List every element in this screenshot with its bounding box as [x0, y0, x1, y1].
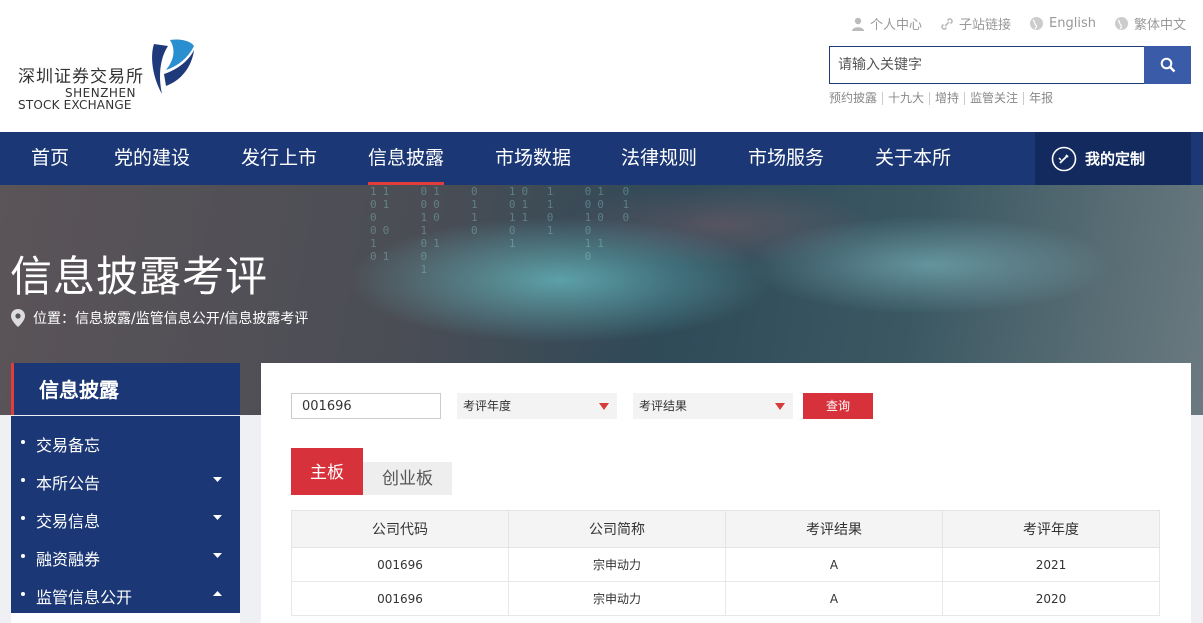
traditional-chinese-label: 繁体中文 — [1133, 18, 1186, 33]
company-name-cell: 宗申动力 — [508, 547, 726, 582]
year-cell: 2020 — [942, 581, 1160, 616]
search-input[interactable] — [829, 46, 1145, 84]
nav-about[interactable]: 关于本所 — [875, 132, 951, 185]
banner-decoration: 11 01 0 10 1 01 0 01 00 1 01 1 00 1 0 10… — [370, 185, 636, 276]
evaluation-year-value: 考评年度 — [463, 399, 512, 413]
table-row: 001696 宗申动力 A 2021 — [291, 547, 1160, 582]
site-search — [829, 46, 1191, 84]
chevron-down-icon — [213, 515, 222, 520]
evaluation-result-value: 考评结果 — [639, 399, 688, 413]
column-header: 考评结果 — [725, 510, 943, 548]
sidebar-submenu-area — [11, 613, 240, 623]
query-button[interactable]: 查询 — [803, 393, 873, 419]
breadcrumb: 位置：信息披露/监管信息公开/信息披露考评 — [11, 308, 308, 328]
logo-emblem-icon — [152, 39, 194, 94]
sidebar-item-trading-memo[interactable]: 交易备忘 — [11, 423, 240, 461]
bullet-icon — [21, 440, 25, 444]
search-icon — [1160, 57, 1175, 73]
customize-icon — [1051, 146, 1077, 171]
sidebar-item-announcements[interactable]: 本所公告 — [11, 461, 240, 499]
site-header: 深圳证券交易所 SHENZHEN STOCK EXCHANGE 个人中心 子站链… — [0, 0, 1203, 132]
location-pin-icon — [11, 309, 25, 327]
hot-word[interactable]: 监管关注 — [964, 92, 1023, 105]
sidebar-item-label: 融资融券 — [36, 550, 101, 569]
person-icon — [852, 17, 864, 31]
nav-listing[interactable]: 发行上市 — [241, 132, 317, 185]
tab-chinext[interactable]: 创业板 — [363, 462, 452, 495]
sidebar-menu: 交易备忘 本所公告 交易信息 融资融券 监管信息公开 — [11, 416, 240, 613]
sidebar-item-label: 监管信息公开 — [36, 588, 133, 607]
chevron-down-icon — [213, 477, 222, 482]
english-link[interactable]: English — [1029, 14, 1096, 33]
page-title: 信息披露考评 — [10, 252, 269, 301]
company-code-input[interactable] — [291, 393, 441, 419]
globe-icon — [1030, 17, 1044, 30]
my-customization-button[interactable]: 我的定制 — [1035, 132, 1191, 185]
chevron-up-icon — [213, 591, 222, 596]
table-header-row: 公司代码 公司简称 考评结果 考评年度 — [291, 510, 1160, 548]
main-nav: 首页 党的建设 发行上市 信息披露 市场数据 法律规则 市场服务 关于本所 我的… — [0, 132, 1203, 185]
sidebar: 信息披露 交易备忘 本所公告 交易信息 融资融券 监管信息公开 — [11, 363, 240, 623]
evaluation-year-select[interactable]: 考评年度 — [457, 393, 617, 419]
my-customization-label: 我的定制 — [1085, 150, 1146, 168]
search-button[interactable] — [1144, 46, 1191, 84]
table-row: 001696 宗申动力 A 2020 — [291, 581, 1160, 616]
hot-word[interactable]: 十九大 — [882, 92, 929, 105]
hot-words: 预约披露 十九大 增持 监管关注 年报 — [829, 92, 1058, 105]
evaluation-result-select[interactable]: 考评结果 — [633, 393, 793, 419]
chevron-down-icon — [213, 553, 222, 558]
nav-market-data[interactable]: 市场数据 — [495, 132, 571, 185]
year-cell: 2021 — [942, 547, 1160, 582]
substation-label: 子站链接 — [959, 18, 1012, 33]
sidebar-item-label: 本所公告 — [36, 474, 101, 493]
top-links: 个人中心 子站链接 English 繁体中文 — [851, 14, 1186, 33]
traditional-chinese-link[interactable]: 繁体中文 — [1114, 14, 1186, 33]
column-header: 公司代码 — [291, 510, 509, 548]
szse-logo[interactable]: 深圳证券交易所 SHENZHEN STOCK EXCHANGE — [18, 36, 198, 116]
hot-word[interactable]: 年报 — [1023, 92, 1058, 105]
nav-rules[interactable]: 法律规则 — [621, 132, 697, 185]
bullet-icon — [21, 478, 25, 482]
column-header: 公司简称 — [508, 510, 726, 548]
dropdown-arrow-icon — [775, 403, 785, 410]
logo-chinese-name: 深圳证券交易所 — [18, 67, 144, 87]
personal-center-link[interactable]: 个人中心 — [851, 14, 922, 33]
personal-center-label: 个人中心 — [870, 18, 923, 33]
result-cell: A — [725, 547, 943, 582]
sidebar-item-label: 交易信息 — [36, 512, 101, 531]
sidebar-item-label: 交易备忘 — [36, 436, 101, 455]
tab-main-board[interactable]: 主板 — [291, 448, 363, 495]
nav-market-services[interactable]: 市场服务 — [748, 132, 824, 185]
link-icon — [941, 17, 953, 30]
nav-disclosure[interactable]: 信息披露 — [368, 132, 445, 185]
result-cell: A — [725, 581, 943, 616]
logo-english-line2: STOCK EXCHANGE — [18, 98, 132, 112]
column-header: 考评年度 — [942, 510, 1160, 548]
company-code-cell: 001696 — [291, 547, 509, 582]
nav-home[interactable]: 首页 — [31, 132, 69, 185]
substation-link[interactable]: 子站链接 — [940, 14, 1011, 33]
bullet-icon — [21, 516, 25, 520]
nav-party-building[interactable]: 党的建设 — [114, 132, 190, 185]
breadcrumb-text: 位置：信息披露/监管信息公开/信息披露考评 — [33, 311, 309, 327]
hot-word[interactable]: 预约披露 — [829, 92, 882, 105]
company-name-cell: 宗申动力 — [508, 581, 726, 616]
main-content: 考评年度 考评结果 查询 主板 创业板 公司代码 公司简称 考评结果 考评年度 … — [261, 363, 1191, 623]
globe-icon — [1114, 17, 1128, 30]
sidebar-heading: 信息披露 — [11, 363, 240, 415]
bullet-icon — [21, 592, 25, 596]
hot-word[interactable]: 增持 — [929, 92, 964, 105]
dropdown-arrow-icon — [599, 403, 609, 410]
english-label: English — [1049, 16, 1096, 31]
bullet-icon — [21, 554, 25, 558]
sidebar-item-margin-trading[interactable]: 融资融券 — [11, 537, 240, 575]
sidebar-item-trading-info[interactable]: 交易信息 — [11, 499, 240, 537]
company-code-cell: 001696 — [291, 581, 509, 616]
sidebar-item-regulatory-info[interactable]: 监管信息公开 — [11, 575, 240, 613]
evaluation-table: 公司代码 公司简称 考评结果 考评年度 001696 宗申动力 A 2021 0… — [291, 510, 1160, 616]
